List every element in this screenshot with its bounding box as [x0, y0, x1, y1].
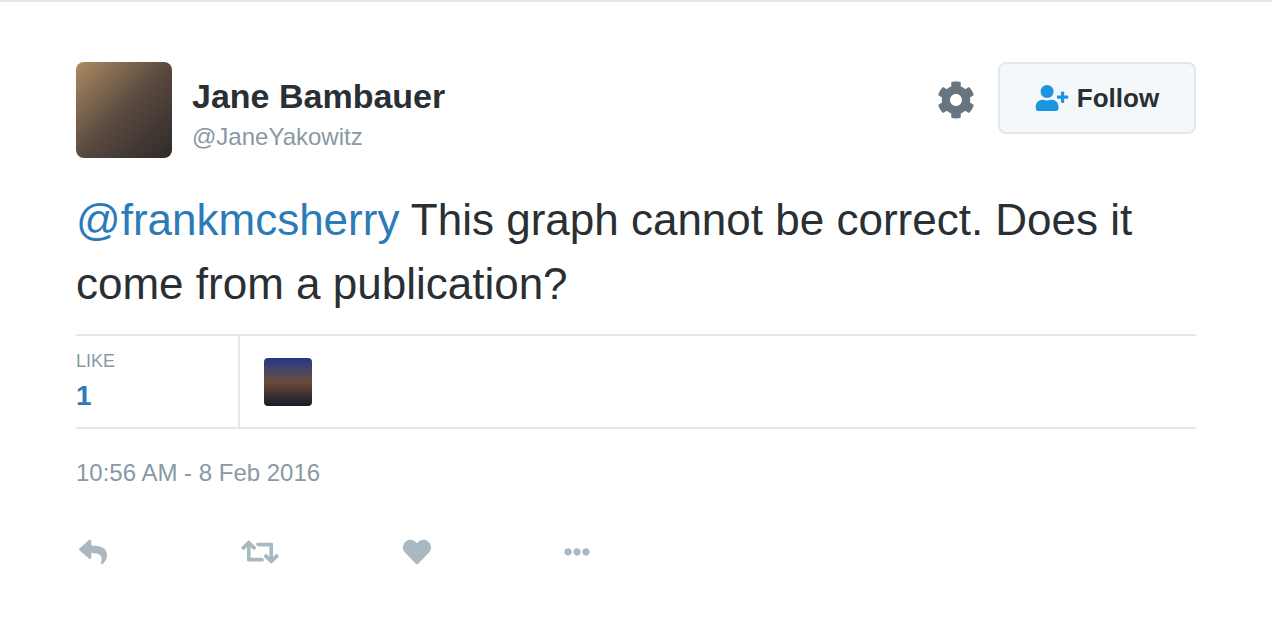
mention-link[interactable]: @frankmcsherry	[76, 195, 399, 244]
like-count: 1	[76, 378, 238, 414]
user-plus-icon	[1035, 85, 1069, 111]
like-button[interactable]	[402, 538, 558, 566]
follow-button[interactable]: Follow	[998, 62, 1196, 134]
tweet-text: @frankmcsherry This graph cannot be corr…	[76, 188, 1196, 316]
follow-label: Follow	[1077, 79, 1159, 118]
tweet-actions	[76, 537, 1196, 567]
like-label: LIKE	[76, 350, 238, 372]
gear-icon	[937, 81, 975, 119]
more-icon	[558, 539, 596, 565]
heart-icon	[402, 538, 432, 566]
tweet-page: Jane Bambauer @JaneYakowitz Follow @frankmc…	[0, 0, 1272, 620]
settings-button[interactable]	[936, 80, 976, 120]
tweet-stats: LIKE 1	[76, 334, 1196, 429]
tweet: Jane Bambauer @JaneYakowitz Follow @frankmc…	[0, 2, 1272, 567]
user-handle[interactable]: @JaneYakowitz	[192, 122, 445, 152]
retweet-button[interactable]	[240, 537, 402, 567]
user-names: Jane Bambauer @JaneYakowitz	[192, 62, 445, 152]
tweet-header: Jane Bambauer @JaneYakowitz Follow	[76, 62, 1196, 158]
user-avatar[interactable]	[76, 62, 172, 158]
retweet-icon	[240, 537, 280, 567]
like-stat[interactable]: LIKE 1	[76, 336, 240, 427]
reply-button[interactable]	[76, 538, 240, 566]
likers	[240, 336, 312, 427]
reply-icon	[76, 538, 110, 566]
timestamp[interactable]: 10:56 AM - 8 Feb 2016	[76, 457, 1196, 489]
user-name[interactable]: Jane Bambauer	[192, 76, 445, 116]
more-button[interactable]	[558, 539, 596, 565]
liker-avatar[interactable]	[264, 358, 312, 406]
